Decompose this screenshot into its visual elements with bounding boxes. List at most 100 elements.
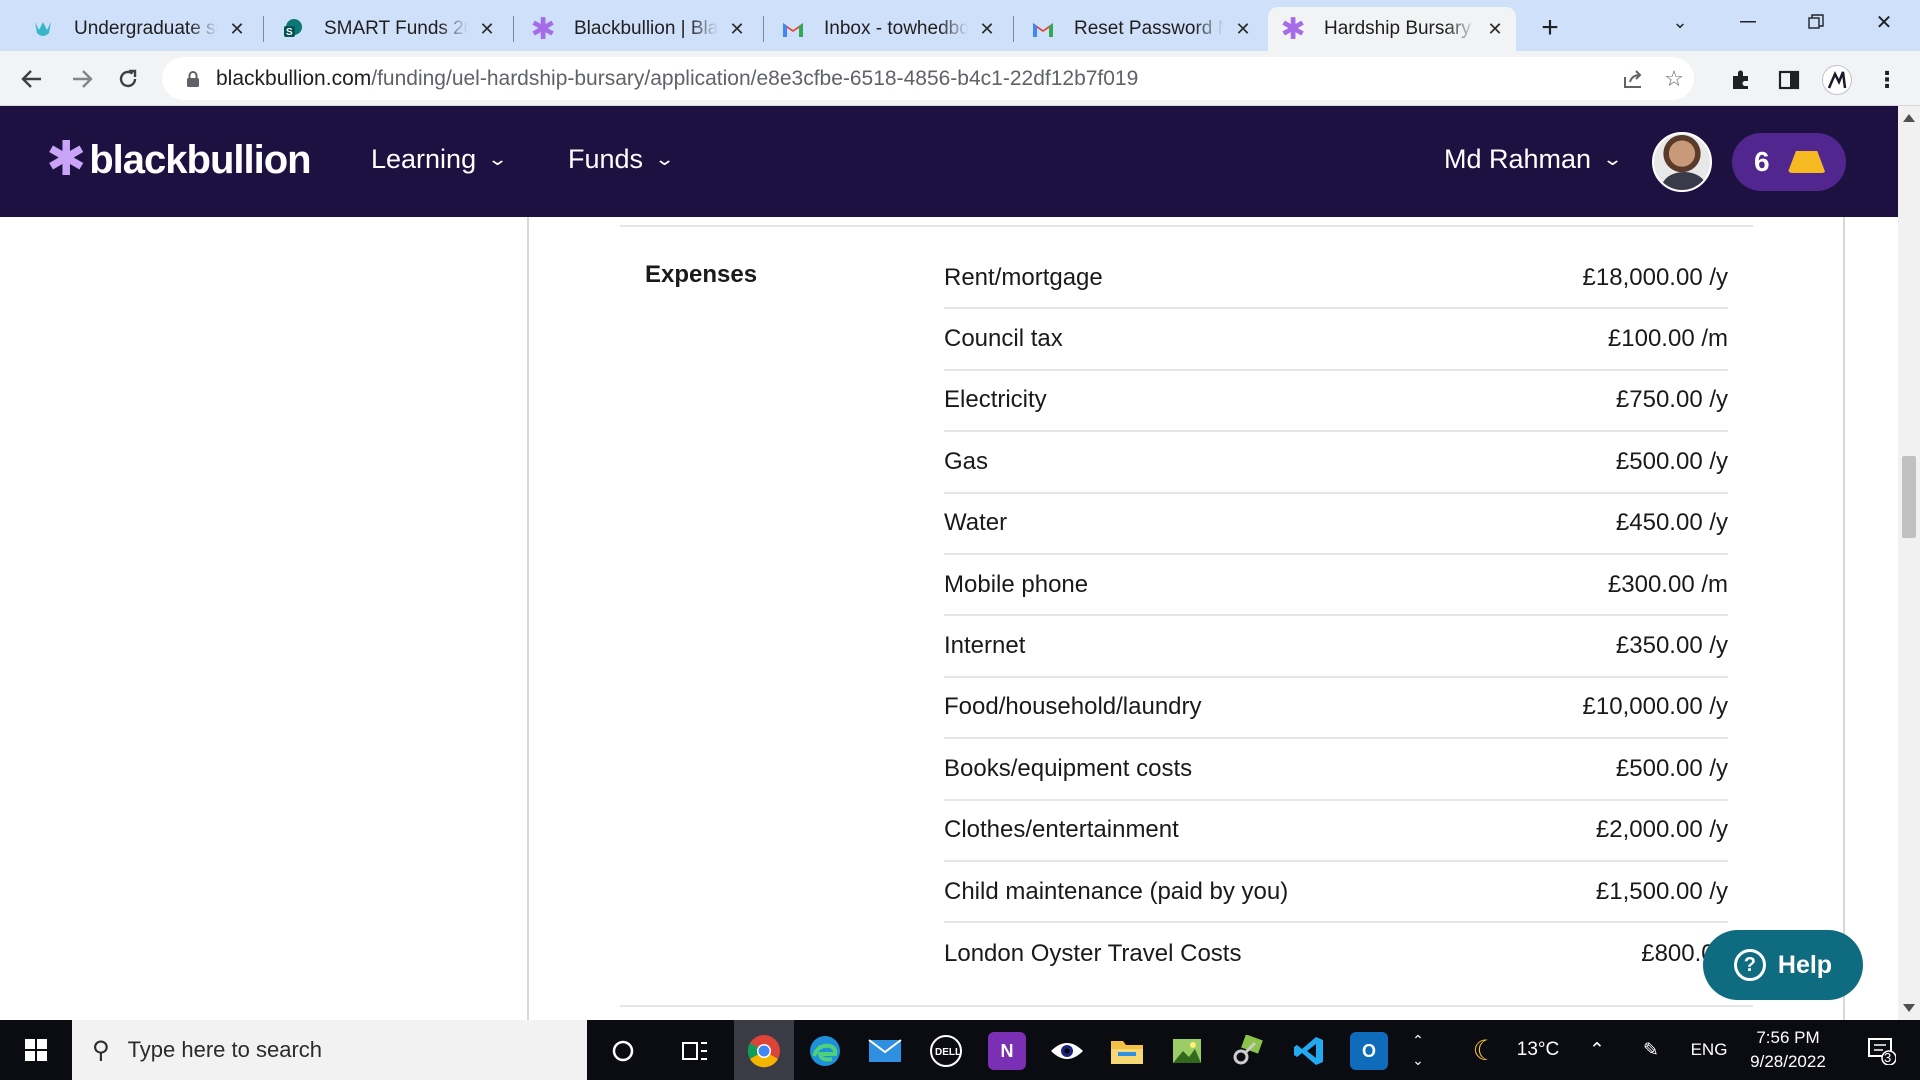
kebab-menu-icon[interactable]: ⋮ [1872, 65, 1902, 95]
browser-tab[interactable]: S SMART Funds 2022 ✕ [268, 7, 508, 51]
close-icon[interactable]: ✕ [726, 18, 748, 40]
expense-row: Clothes/entertainment £2,000.00 /y [944, 801, 1728, 862]
expense-row: Electricity £750.00 /y [944, 371, 1728, 433]
nav-learning[interactable]: Learning ⌄ [371, 144, 508, 175]
new-tab-button[interactable]: + [1532, 10, 1568, 46]
share-icon[interactable] [1618, 63, 1650, 95]
taskbar-search[interactable]: ⚲ Type here to search [72, 1020, 587, 1080]
dell-icon[interactable]: DELL [927, 1032, 965, 1070]
nav-funds[interactable]: Funds ⌄ [568, 144, 675, 175]
nav-learning-label: Learning [371, 144, 477, 174]
taskbar-clock[interactable]: 7:56 PM 9/28/2022 [1728, 1026, 1848, 1074]
expense-name: Water [944, 509, 1008, 537]
lock-icon[interactable] [178, 70, 208, 88]
close-window-button[interactable]: ✕ [1854, 0, 1914, 44]
expense-name: Rent/mortgage [944, 263, 1103, 291]
task-view-icon[interactable] [676, 1032, 714, 1070]
restore-button[interactable] [1786, 0, 1846, 44]
expense-amount: £350.00 /y [1615, 632, 1728, 660]
snipping-tool-icon[interactable] [1228, 1032, 1266, 1070]
onenote-icon[interactable]: N [988, 1032, 1026, 1070]
gmail-icon [1032, 18, 1054, 40]
svg-text:S: S [286, 27, 293, 38]
tab-title: Reset Password No [1074, 18, 1224, 39]
section-divider-bottom [620, 1005, 1753, 1007]
blackbullion-icon: ✱ [530, 12, 556, 46]
address-bar[interactable]: blackbullion.com/funding/uel-hardship-bu… [162, 57, 1694, 100]
tab-title: Blackbullion | Black [574, 18, 718, 39]
extensions-icon[interactable] [1726, 65, 1756, 95]
taskbar-scroll-arrows-icon[interactable]: ⌃ ⌄ [1404, 1020, 1432, 1080]
reload-button[interactable] [108, 59, 148, 99]
close-icon[interactable]: ✕ [226, 18, 248, 40]
browser-tab[interactable]: ✱ Blackbullion | Black ✕ [518, 7, 758, 51]
cortana-icon[interactable] [604, 1032, 642, 1070]
language-indicator[interactable]: ENG [1684, 1020, 1734, 1080]
profile-icon[interactable] [1822, 65, 1852, 95]
moon-weather-icon[interactable]: ☾ [1460, 1020, 1510, 1080]
scroll-down-arrow-icon[interactable] [1903, 1004, 1915, 1012]
help-button[interactable]: ? Help [1703, 930, 1863, 1000]
coins-badge[interactable]: 6 [1732, 133, 1846, 191]
sharepoint-icon: S [282, 18, 304, 40]
expense-amount: £10,000.00 /y [1582, 693, 1728, 721]
tab-search-icon[interactable]: ⌄ [1650, 0, 1710, 44]
url-path: /funding/uel-hardship-bursary/applicatio… [371, 66, 1139, 90]
avatar[interactable] [1652, 132, 1712, 192]
expense-name: London Oyster Travel Costs [944, 939, 1242, 967]
show-hidden-icons-icon[interactable]: ⌃ [1582, 1020, 1612, 1080]
taskbar-search-placeholder: Type here to search [127, 1037, 323, 1062]
tab-title: Inbox - towhedbds [824, 18, 968, 39]
expense-amount: £450.00 /y [1615, 509, 1728, 537]
expense-name: Council tax [944, 325, 1063, 353]
notification-center-icon[interactable]: 3 [1856, 1020, 1906, 1080]
tab-divider [1013, 16, 1014, 42]
expense-row: Books/equipment costs £500.00 /y [944, 739, 1728, 801]
expense-amount: £100.00 /m [1607, 325, 1728, 353]
gallery-app-icon[interactable] [1168, 1032, 1206, 1070]
expense-row: Mobile phone £300.00 /m [944, 555, 1728, 617]
close-icon[interactable]: ✕ [976, 18, 998, 40]
close-icon[interactable]: ✕ [1484, 18, 1506, 40]
expense-name: Gas [944, 447, 989, 475]
browser-tab-strip: Undergraduate sch ✕ S SMART Funds 2022 ✕… [0, 0, 1920, 51]
browser-tab[interactable]: Reset Password No ✕ [1018, 7, 1264, 51]
close-icon[interactable]: ✕ [1232, 18, 1254, 40]
file-explorer-icon[interactable] [1108, 1032, 1146, 1070]
gmail-icon [782, 18, 804, 40]
scroll-up-arrow-icon[interactable] [1903, 114, 1915, 122]
tab-divider [513, 16, 514, 42]
minimize-button[interactable] [1718, 0, 1778, 44]
chrome-icon[interactable] [745, 1032, 783, 1070]
outlook-icon[interactable]: O [1350, 1032, 1388, 1070]
expense-name: Clothes/entertainment [944, 816, 1179, 844]
browser-tab[interactable]: Inbox - towhedbds ✕ [768, 7, 1008, 51]
url-host: blackbullion.com [216, 66, 372, 90]
url-text: blackbullion.com/funding/uel-hardship-bu… [216, 67, 1138, 91]
pen-icon[interactable]: ✎ [1634, 1020, 1668, 1080]
tab-title: SMART Funds 2022 [324, 18, 468, 39]
bookmark-star-icon[interactable]: ☆ [1658, 63, 1690, 95]
eye-app-icon[interactable] [1048, 1032, 1086, 1070]
browser-tab-active[interactable]: ✱ Hardship Bursary | B ✕ [1268, 7, 1516, 51]
blackbullion-logo[interactable]: ✱ blackbullion [46, 136, 312, 184]
side-panel-icon[interactable] [1774, 65, 1804, 95]
windows-start-button[interactable] [0, 1020, 72, 1080]
browser-tab[interactable]: Undergraduate sch ✕ [18, 7, 258, 51]
mail-icon[interactable] [866, 1032, 904, 1070]
expense-row: Food/household/laundry £10,000.00 /y [944, 678, 1728, 740]
expense-name: Electricity [944, 386, 1047, 414]
windows-taskbar: ⚲ Type here to search DELL N O ⌃ ⌄ ☾ 13°C… [0, 1020, 1920, 1080]
edge-icon[interactable] [806, 1032, 844, 1070]
browser-toolbar: blackbullion.com/funding/uel-hardship-bu… [0, 51, 1920, 106]
tab-divider [763, 16, 764, 42]
user-menu[interactable]: Md Rahman ⌄ [1444, 144, 1623, 175]
back-button[interactable] [12, 59, 52, 99]
scrollbar-thumb[interactable] [1902, 456, 1916, 538]
forward-button[interactable] [62, 59, 102, 99]
vscode-icon[interactable] [1290, 1032, 1328, 1070]
page-scrollbar[interactable] [1898, 106, 1920, 1020]
weather-temperature[interactable]: 13°C [1508, 1020, 1568, 1080]
close-icon[interactable]: ✕ [476, 18, 498, 40]
coins-count: 6 [1754, 146, 1770, 177]
